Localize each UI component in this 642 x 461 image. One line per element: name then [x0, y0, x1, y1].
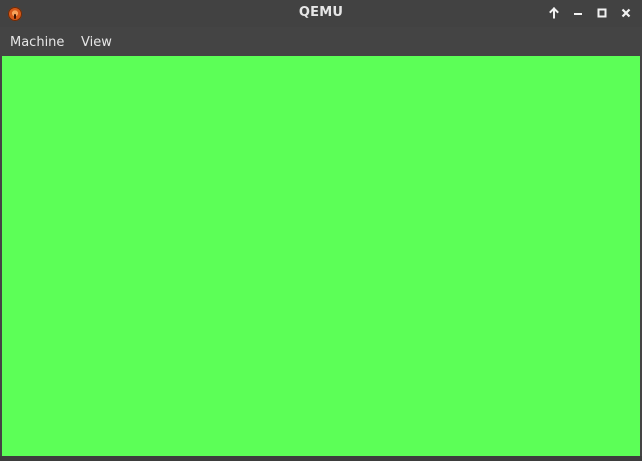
vm-display[interactable]: [2, 56, 640, 456]
menu-machine[interactable]: Machine: [10, 35, 64, 50]
close-icon: [621, 8, 631, 18]
keep-above-button[interactable]: [547, 6, 561, 20]
minimize-button[interactable]: [571, 6, 585, 20]
maximize-button[interactable]: [595, 6, 609, 20]
arrow-up-icon: [549, 7, 559, 19]
window-bottom-border: [0, 456, 642, 461]
title-bar[interactable]: QEMU: [0, 0, 642, 27]
window-title: QEMU: [298, 5, 344, 20]
qemu-window: QEMU Machine View: [0, 0, 642, 461]
close-button[interactable]: [619, 6, 633, 20]
menu-view[interactable]: View: [81, 35, 112, 50]
minimize-icon: [574, 13, 582, 15]
menu-bar: Machine View: [0, 27, 642, 56]
maximize-icon: [597, 8, 607, 18]
